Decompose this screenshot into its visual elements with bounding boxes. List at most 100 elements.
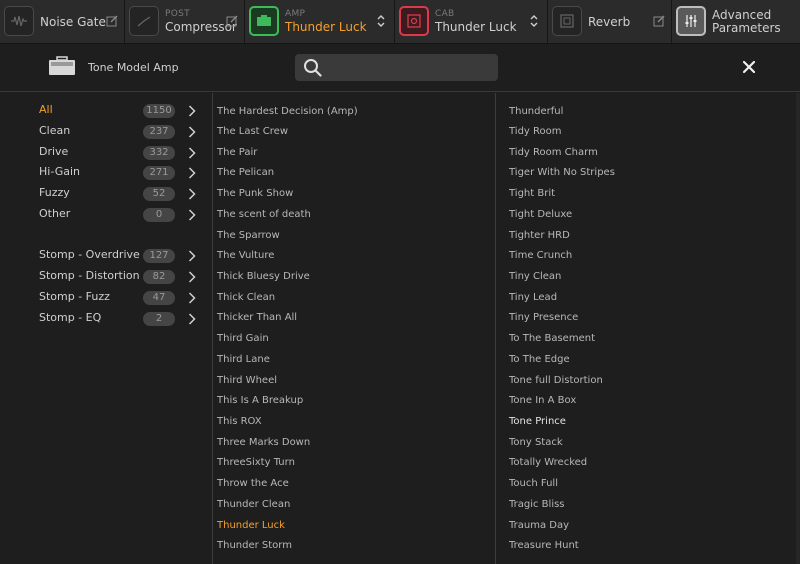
category-item-hi-gain[interactable]: Hi-Gain 271 bbox=[0, 163, 213, 183]
preset-item[interactable]: Tiny Presence bbox=[496, 308, 800, 328]
chevron-right-icon bbox=[188, 126, 196, 138]
preset-item[interactable]: The Pair bbox=[213, 143, 495, 163]
preset-label: The Last Crew bbox=[217, 126, 288, 137]
preset-label: Third Wheel bbox=[217, 375, 277, 386]
preset-item[interactable]: Third Lane bbox=[213, 350, 495, 370]
close-icon[interactable] bbox=[740, 58, 758, 76]
edit-icon[interactable] bbox=[226, 15, 238, 27]
preset-item[interactable]: Tone In A Box bbox=[496, 391, 800, 411]
preset-item[interactable]: Tight Deluxe bbox=[496, 205, 800, 225]
preset-item[interactable]: Tidy Room bbox=[496, 122, 800, 142]
preset-item[interactable]: Thick Clean bbox=[213, 288, 495, 308]
edit-icon[interactable] bbox=[106, 15, 118, 27]
compressor-icon bbox=[129, 6, 159, 36]
preset-label: Treasure Hunt bbox=[509, 540, 579, 551]
preset-label: Third Lane bbox=[217, 354, 270, 365]
category-item-stomp-eq[interactable]: Stomp - EQ 2 bbox=[0, 309, 213, 329]
category-item-stomp-fuzz[interactable]: Stomp - Fuzz 47 bbox=[0, 288, 213, 308]
chain-block-reverb[interactable]: Reverb bbox=[548, 0, 672, 44]
preset-item[interactable]: Thicker Than All bbox=[213, 308, 495, 328]
preset-item[interactable]: Treasure Hunt bbox=[496, 536, 800, 556]
preset-label: Three Marks Down bbox=[217, 437, 311, 448]
preset-item[interactable]: Time Crunch bbox=[496, 246, 800, 266]
category-count-badge: 1150 bbox=[143, 104, 175, 118]
amp-sublabel: AMP bbox=[285, 9, 306, 19]
chain-block-cab[interactable]: CAB Thunder Luck bbox=[395, 0, 548, 44]
category-item-fuzzy[interactable]: Fuzzy 52 bbox=[0, 184, 213, 204]
preset-item[interactable]: Touch Full bbox=[496, 474, 800, 494]
chain-block-amp[interactable]: AMP Thunder Luck bbox=[245, 0, 395, 44]
preset-label: Tone full Distortion bbox=[509, 375, 603, 386]
preset-item[interactable]: Tragic Bliss bbox=[496, 495, 800, 515]
category-item-stomp-distortion[interactable]: Stomp - Distortion 82 bbox=[0, 267, 213, 287]
preset-label: Trauma Day bbox=[509, 520, 570, 531]
preset-list-column-2: Thunderful Tidy Room Tidy Room Charm Tig… bbox=[496, 93, 800, 564]
scrollbar[interactable] bbox=[796, 93, 800, 564]
category-label: Other bbox=[39, 207, 71, 220]
preset-label: Thunderful bbox=[509, 106, 564, 117]
cab-sublabel: CAB bbox=[435, 9, 455, 19]
preset-item[interactable]: The Last Crew bbox=[213, 122, 495, 142]
preset-item[interactable]: To The Basement bbox=[496, 329, 800, 349]
preset-label: To The Basement bbox=[509, 333, 595, 344]
category-label: All bbox=[39, 103, 53, 116]
category-item-drive[interactable]: Drive 332 bbox=[0, 143, 213, 163]
category-count-badge: 237 bbox=[143, 125, 175, 139]
preset-item-highlighted[interactable]: Tone Prince bbox=[496, 412, 800, 432]
preset-item[interactable]: Tidy Room Charm bbox=[496, 143, 800, 163]
preset-item[interactable]: Third Gain bbox=[213, 329, 495, 349]
preset-item[interactable]: Totally Wrecked bbox=[496, 453, 800, 473]
search-input[interactable] bbox=[328, 56, 493, 79]
preset-label: Tight Deluxe bbox=[509, 209, 573, 220]
preset-item[interactable]: Thick Bluesy Drive bbox=[213, 267, 495, 287]
chain-block-advanced-parameters[interactable]: Advanced Parameters bbox=[672, 0, 800, 44]
preset-item[interactable]: Tiny Lead bbox=[496, 288, 800, 308]
preset-item[interactable]: Tony Stack bbox=[496, 433, 800, 453]
preset-label: The Pair bbox=[217, 147, 258, 158]
preset-item[interactable]: The scent of death bbox=[213, 205, 495, 225]
preset-item[interactable]: The Pelican bbox=[213, 163, 495, 183]
preset-item[interactable]: The Sparrow bbox=[213, 226, 495, 246]
preset-item[interactable]: Tone full Distortion bbox=[496, 371, 800, 391]
category-item-stomp-overdrive[interactable]: Stomp - Overdrive 127 bbox=[0, 246, 213, 266]
category-item-other[interactable]: Other 0 bbox=[0, 205, 213, 225]
preset-label: The Pelican bbox=[217, 167, 275, 178]
chevron-right-icon bbox=[188, 313, 196, 325]
chain-block-noise-gate[interactable]: Noise Gate bbox=[0, 0, 125, 44]
preset-item[interactable]: The Hardest Decision (Amp) bbox=[213, 102, 495, 122]
chevron-updown-icon[interactable] bbox=[376, 13, 386, 29]
preset-label: Tidy Room Charm bbox=[509, 147, 598, 158]
edit-icon[interactable] bbox=[653, 15, 665, 27]
preset-label: Tone In A Box bbox=[509, 395, 577, 406]
preset-item[interactable]: The Punk Show bbox=[213, 184, 495, 204]
preset-label: Tiny Lead bbox=[509, 292, 558, 303]
category-item-clean[interactable]: Clean 237 bbox=[0, 122, 213, 142]
category-item-all[interactable]: All 1150 bbox=[0, 101, 213, 121]
category-count-badge: 52 bbox=[143, 187, 175, 201]
chevron-updown-icon[interactable] bbox=[529, 13, 539, 29]
preset-item[interactable]: Trauma Day bbox=[496, 516, 800, 536]
preset-item[interactable]: Three Marks Down bbox=[213, 433, 495, 453]
chain-block-compressor[interactable]: POST Compressor bbox=[125, 0, 245, 44]
preset-item[interactable]: Tighter HRD bbox=[496, 226, 800, 246]
preset-item[interactable]: To The Edge bbox=[496, 350, 800, 370]
preset-label: ThreeSixty Turn bbox=[217, 457, 295, 468]
category-count-badge: 82 bbox=[143, 270, 175, 284]
preset-item[interactable]: Thunder Clean bbox=[213, 495, 495, 515]
preset-item[interactable]: This ROX bbox=[213, 412, 495, 432]
preset-item[interactable]: The Vulture bbox=[213, 246, 495, 266]
preset-item[interactable]: Thunder Storm bbox=[213, 536, 495, 556]
signal-chain-bar: Noise Gate POST Compressor AMP Thunder L… bbox=[0, 0, 800, 44]
chevron-right-icon bbox=[188, 188, 196, 200]
preset-item[interactable]: Tiger With No Stripes bbox=[496, 163, 800, 183]
preset-item[interactable]: Tight Brit bbox=[496, 184, 800, 204]
preset-item[interactable]: This Is A Breakup bbox=[213, 391, 495, 411]
preset-item[interactable]: Thunderful bbox=[496, 102, 800, 122]
preset-label: Tight Brit bbox=[509, 188, 556, 199]
preset-item[interactable]: Third Wheel bbox=[213, 371, 495, 391]
preset-item-selected[interactable]: Thunder Luck bbox=[213, 516, 495, 536]
preset-item[interactable]: Tiny Clean bbox=[496, 267, 800, 287]
noise-gate-icon bbox=[4, 6, 34, 36]
preset-item[interactable]: Throw the Ace bbox=[213, 474, 495, 494]
preset-item[interactable]: ThreeSixty Turn bbox=[213, 453, 495, 473]
